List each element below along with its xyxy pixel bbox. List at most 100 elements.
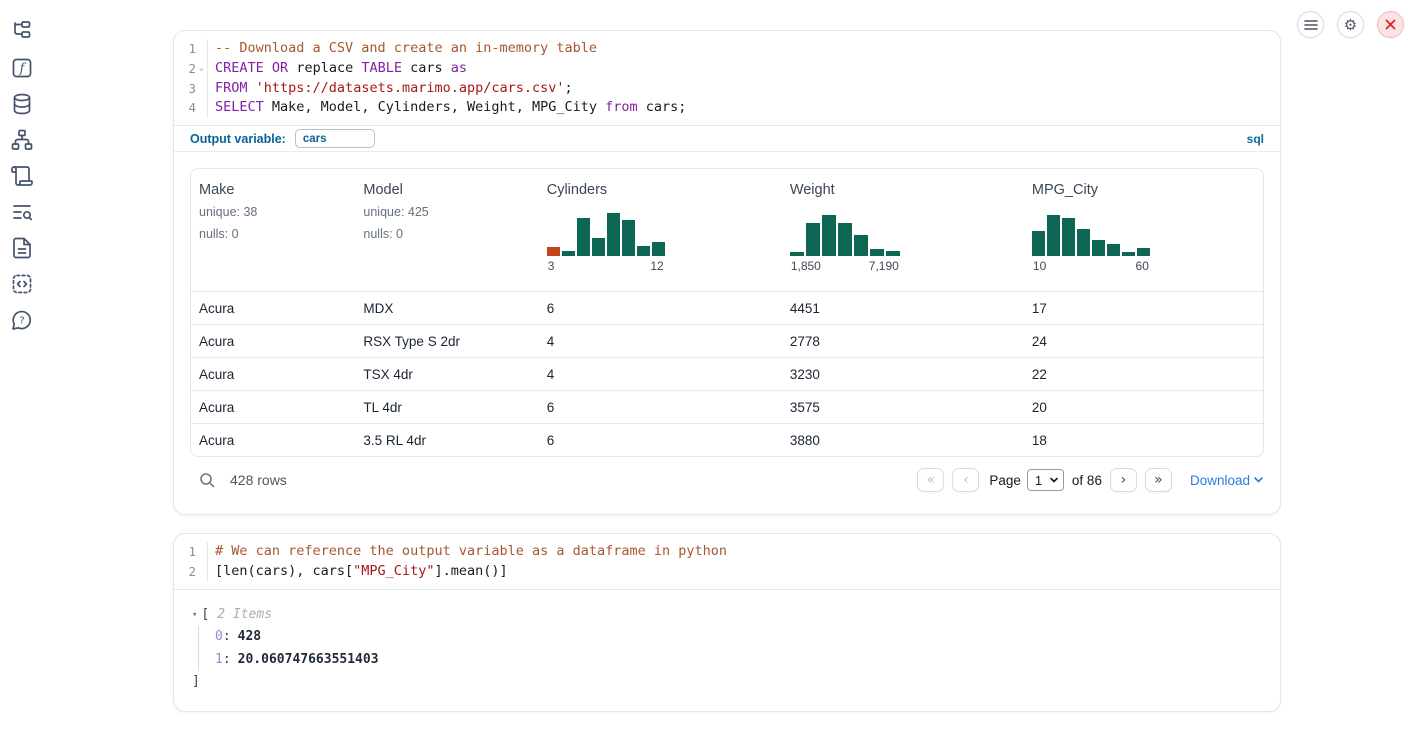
tree-root: ▾ [ 2 Items — [192, 604, 1264, 626]
scroll-icon[interactable] — [10, 164, 34, 188]
column-histogram: 312 — [547, 210, 774, 273]
code-line[interactable]: 4SELECT Make, Model, Cylinders, Weight, … — [174, 98, 1280, 118]
text-search-icon[interactable] — [10, 200, 34, 224]
first-page-button[interactable]: « — [917, 468, 944, 492]
column-header-cylinders[interactable]: Cylinders312 — [539, 169, 782, 291]
table-cell: 17 — [1024, 301, 1263, 316]
histogram-bar — [1137, 248, 1150, 256]
table-cell: 3.5 RL 4dr — [355, 433, 538, 448]
output-variable-input[interactable] — [295, 129, 375, 148]
table-row[interactable]: AcuraRSX Type S 2dr4277824 — [191, 324, 1263, 357]
column-name: Weight — [790, 182, 1016, 198]
table-cell: Acura — [191, 334, 355, 349]
table-row[interactable]: AcuraMDX6445117 — [191, 291, 1263, 324]
column-stat: nulls: 0 — [199, 226, 347, 242]
table-cell: 24 — [1024, 334, 1263, 349]
code-token — [264, 60, 272, 76]
fold-gutter — [196, 98, 208, 118]
histogram-max-label: 60 — [1136, 259, 1149, 273]
histogram-bar — [592, 238, 605, 256]
python-cell: 1# We can reference the output variable … — [173, 533, 1281, 712]
menu-icon[interactable] — [1297, 11, 1324, 38]
code-line[interactable]: 1# We can reference the output variable … — [174, 542, 1280, 562]
histogram-bar — [1077, 229, 1090, 257]
histogram-bar — [1122, 252, 1135, 257]
histogram-min-label: 3 — [548, 259, 555, 273]
topbar-actions: ⚙ — [1297, 11, 1404, 38]
svg-text:?: ? — [19, 316, 24, 327]
table-row[interactable]: AcuraTSX 4dr4323022 — [191, 357, 1263, 390]
last-page-button[interactable]: » — [1145, 468, 1172, 492]
code-token: cars; — [638, 99, 687, 115]
histogram-axis-labels: 1,8507,190 — [790, 259, 900, 273]
chevron-down-icon[interactable]: ▾ — [192, 610, 197, 620]
code-line[interactable]: 3FROM 'https://datasets.marimo.app/cars.… — [174, 79, 1280, 99]
code-token: ].mean()] — [434, 563, 507, 579]
column-header-weight[interactable]: Weight 1,8507,190 — [782, 169, 1024, 291]
sql-table-output: Makeunique: 38nulls: 0Modelunique: 425nu… — [174, 152, 1280, 503]
close-icon[interactable] — [1377, 11, 1404, 38]
column-histogram: 10 60 — [1032, 210, 1255, 273]
help-chat-icon[interactable]: ? — [10, 308, 34, 332]
table-row[interactable]: AcuraTL 4dr6357520 — [191, 390, 1263, 423]
histogram-bar — [577, 218, 590, 257]
table-cell: 20 — [1024, 400, 1263, 415]
left-sidebar: f ? — [0, 0, 44, 729]
gear-icon[interactable]: ⚙ — [1337, 11, 1364, 38]
histogram-axis-labels: 10 60 — [1032, 259, 1150, 273]
sql-code-editor[interactable]: 1-- Download a CSV and create an in-memo… — [174, 31, 1280, 125]
python-code-editor[interactable]: 1# We can reference the output variable … — [174, 534, 1280, 589]
code-token: from — [605, 99, 638, 115]
table-header-row: Makeunique: 38nulls: 0Modelunique: 425nu… — [191, 169, 1263, 291]
code-token: FROM — [215, 80, 248, 96]
code-text: FROM 'https://datasets.marimo.app/cars.c… — [208, 79, 573, 99]
page-select[interactable]: 1 — [1027, 469, 1064, 491]
code-token — [248, 80, 256, 96]
page-label: Page — [989, 473, 1021, 488]
output-variable-row: Output variable: sql — [174, 125, 1280, 152]
code-token: [len(cars), cars[ — [215, 563, 353, 579]
app-canvas: f ? ⚙ 1-- Downl — [0, 0, 1408, 729]
fold-chevron-icon[interactable]: ⌄ — [196, 59, 208, 79]
search-icon[interactable] — [199, 472, 216, 489]
code-line[interactable]: 2 [len(cars), cars["MPG_City"].mean()] — [174, 562, 1280, 582]
file-document-icon[interactable] — [10, 236, 34, 260]
tree-open-bracket: [ — [201, 607, 209, 622]
prev-page-button[interactable]: ‹ — [952, 468, 979, 492]
code-line[interactable]: 1-- Download a CSV and create an in-memo… — [174, 39, 1280, 59]
histogram-max-label: 7,190 — [869, 259, 899, 273]
sql-cell: 1-- Download a CSV and create an in-memo… — [173, 30, 1281, 515]
line-number: 2 — [174, 562, 196, 582]
code-token: CREATE — [215, 60, 264, 76]
file-tree-icon[interactable] — [10, 20, 34, 44]
function-square-icon[interactable]: f — [10, 56, 34, 80]
column-header-model[interactable]: Modelunique: 425nulls: 0 — [355, 169, 538, 291]
database-icon[interactable] — [10, 92, 34, 116]
code-text: [len(cars), cars["MPG_City"].mean()] — [208, 562, 508, 582]
histogram-bar — [637, 246, 650, 256]
next-page-button[interactable]: › — [1110, 468, 1137, 492]
column-header-make[interactable]: Makeunique: 38nulls: 0 — [191, 169, 355, 291]
code-token: 'https://datasets.marimo.app/cars.csv' — [256, 80, 565, 96]
code-token: OR — [272, 60, 288, 76]
language-badge: sql — [1247, 132, 1264, 146]
histogram-bar — [854, 235, 868, 256]
histogram-bar — [1047, 215, 1060, 256]
tree-item[interactable]: 0:428 — [215, 626, 1264, 649]
tree-item-colon: : — [223, 652, 231, 667]
tree-item[interactable]: 1:20.060747663551403 — [215, 648, 1264, 671]
column-header-mpg_city[interactable]: MPG_City1060 — [1024, 169, 1263, 291]
code-token: SELECT — [215, 99, 264, 115]
dependency-graph-icon[interactable] — [10, 128, 34, 152]
code-token: # We can reference the output variable a… — [215, 543, 727, 559]
histogram-bar — [822, 215, 836, 256]
histogram-min-label: 10 — [1033, 259, 1046, 273]
histogram-bar — [607, 213, 620, 256]
table-row[interactable]: Acura3.5 RL 4dr6388018 — [191, 423, 1263, 456]
code-snippet-icon[interactable] — [10, 272, 34, 296]
column-stat: unique: 425 — [363, 204, 530, 220]
code-line[interactable]: 2⌄CREATE OR replace TABLE cars as — [174, 59, 1280, 79]
table-cell: RSX Type S 2dr — [355, 334, 538, 349]
download-button[interactable]: Download — [1190, 473, 1263, 488]
table-body: AcuraMDX6445117AcuraRSX Type S 2dr427782… — [191, 291, 1263, 456]
